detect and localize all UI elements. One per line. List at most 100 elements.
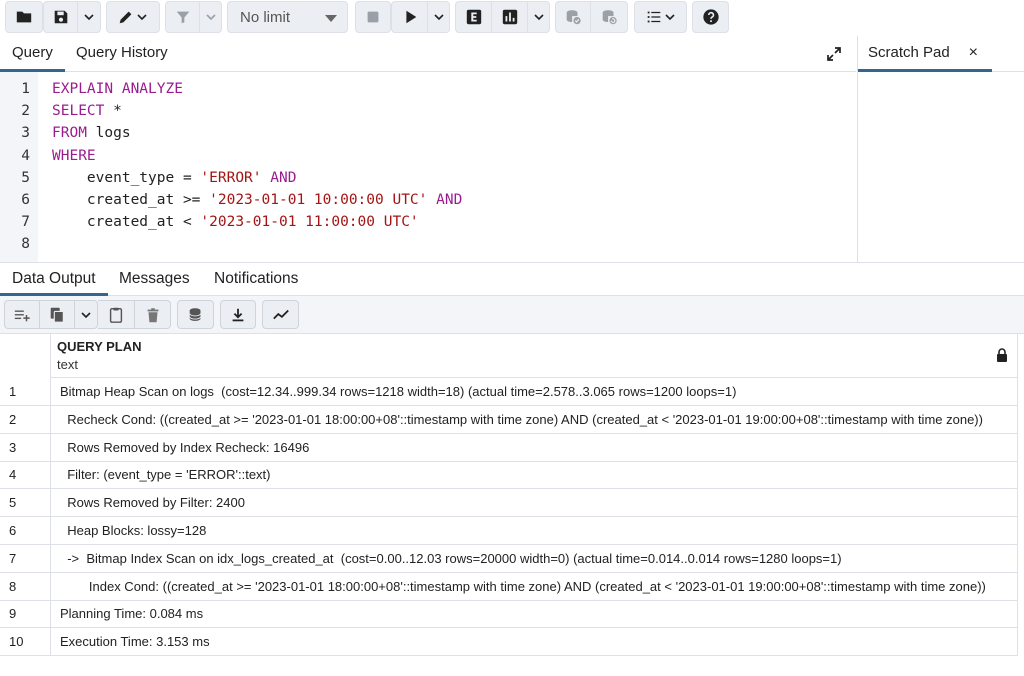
chevron-down-icon (664, 14, 675, 21)
query-plan-cell[interactable]: -> Bitmap Index Scan on idx_logs_created… (60, 545, 1004, 572)
table-row[interactable]: 4 Filter: (event_type = 'ERROR'::text) (0, 461, 1018, 490)
row-number[interactable]: 3 (0, 433, 51, 461)
execute-options-dropdown[interactable] (428, 1, 450, 33)
copy-button[interactable] (40, 300, 75, 329)
table-row[interactable]: 2 Recheck Cond: ((created_at >= '2023-01… (0, 405, 1018, 434)
line-number: 6 (21, 192, 30, 208)
output-toolbar (0, 296, 1024, 334)
query-plan-cell[interactable]: Index Cond: ((created_at >= '2023-01-01 … (60, 573, 1004, 600)
row-number[interactable]: 8 (0, 572, 51, 600)
graph-visualiser-button[interactable] (262, 300, 299, 329)
sql-string: '2023-01-01 11:00:00 UTC' (200, 214, 419, 231)
chevron-down-icon (433, 14, 444, 21)
delete-button[interactable] (135, 300, 171, 329)
row-number[interactable]: 9 (0, 600, 51, 628)
pencil-icon (119, 11, 132, 24)
row-limit-select[interactable]: No limit (227, 1, 348, 33)
tab-query-history[interactable]: Query History (64, 36, 180, 72)
explain-analyze-button[interactable] (492, 1, 528, 33)
folder-icon (16, 11, 32, 23)
copy-options-dropdown[interactable] (75, 300, 98, 329)
sql-editor[interactable]: 1 EXPLAIN ANALYZE 2 SELECT * 3 FROM logs 4 WHER… (0, 72, 856, 262)
rollback-button[interactable] (591, 1, 628, 33)
add-row-button[interactable] (4, 300, 40, 329)
code-line[interactable]: 2 SELECT * (0, 100, 856, 122)
chevron-down-icon (84, 14, 94, 21)
save-options-dropdown[interactable] (78, 1, 101, 33)
tab-messages[interactable]: Messages (107, 263, 202, 296)
code-line[interactable]: 8 (0, 233, 856, 255)
code-text: FROM logs (52, 122, 131, 144)
tab-scratch-pad[interactable]: Scratch Pad × (858, 36, 992, 72)
sql-keyword: SELECT (52, 103, 105, 120)
query-plan-cell[interactable]: Recheck Cond: ((created_at >= '2023-01-0… (60, 406, 1004, 433)
sql-text: created_at >= (52, 192, 210, 208)
table-row[interactable]: 6 Heap Blocks: lossy=128 (0, 517, 1018, 545)
row-number[interactable]: 5 (0, 489, 51, 517)
edit-menu-button[interactable] (106, 1, 160, 33)
download-button[interactable] (220, 300, 256, 329)
code-line[interactable]: 4 WHERE (0, 145, 856, 167)
row-number[interactable]: 7 (0, 544, 51, 572)
query-plan-cell[interactable]: Planning Time: 0.084 ms (60, 600, 1004, 627)
scratch-pad-editor[interactable] (857, 72, 1024, 262)
explain-options-dropdown[interactable] (528, 1, 550, 33)
close-icon[interactable]: × (969, 36, 978, 70)
row-number[interactable]: 4 (0, 461, 51, 489)
table-row[interactable]: 9 Planning Time: 0.084 ms (0, 600, 1018, 629)
column-name[interactable]: QUERY PLAN (57, 339, 142, 354)
row-number[interactable]: 6 (0, 517, 51, 544)
commit-button[interactable] (555, 1, 591, 33)
explain-button[interactable] (455, 1, 492, 33)
database-check-icon (566, 10, 581, 25)
query-plan-cell[interactable]: Bitmap Heap Scan on logs (cost=12.34..99… (60, 378, 1004, 405)
code-line[interactable]: 3 FROM logs (0, 122, 856, 144)
save-data-changes-button[interactable] (177, 300, 214, 329)
code-text: WHERE (52, 145, 96, 167)
table-row[interactable]: 5 Rows Removed by Filter: 2400 (0, 489, 1018, 518)
row-number[interactable]: 1 (0, 378, 51, 405)
query-plan-cell[interactable]: Rows Removed by Filter: 2400 (60, 489, 1004, 516)
paste-button[interactable] (98, 300, 135, 329)
copy-icon (50, 307, 64, 323)
explain-icon (466, 9, 481, 25)
query-plan-cell[interactable]: Rows Removed by Index Recheck: 16496 (60, 434, 1004, 461)
row-number[interactable]: 10 (0, 628, 51, 656)
table-row[interactable]: 1 Bitmap Heap Scan on logs (cost=12.34..9… (0, 378, 1018, 406)
code-line[interactable]: 5 event_type = 'ERROR' AND (0, 167, 856, 189)
macros-menu-button[interactable] (634, 1, 687, 33)
open-file-button[interactable] (5, 1, 43, 33)
help-button[interactable] (692, 1, 729, 33)
tab-data-output[interactable]: Data Output (0, 263, 108, 296)
code-line[interactable]: 1 EXPLAIN ANALYZE (0, 78, 856, 100)
table-row[interactable]: 8 Index Cond: ((created_at >= '2023-01-0… (0, 572, 1018, 601)
filter-options-dropdown[interactable] (200, 1, 222, 33)
query-plan-cell[interactable]: Filter: (event_type = 'ERROR'::text) (60, 461, 1004, 488)
table-row[interactable]: 10 Execution Time: 3.153 ms (0, 628, 1018, 657)
code-line[interactable]: 7 created_at < '2023-01-01 11:00:00 UTC' (0, 211, 856, 233)
code-text: created_at < '2023-01-01 11:00:00 UTC' (52, 211, 419, 233)
stop-query-button[interactable] (355, 1, 391, 33)
stop-icon (367, 11, 379, 23)
code-text: SELECT * (52, 100, 122, 122)
table-row[interactable]: 3 Rows Removed by Index Recheck: 16496 (0, 433, 1018, 462)
code-line[interactable]: 6 created_at >= '2023-01-01 10:00:00 UTC… (0, 189, 856, 211)
row-number[interactable]: 2 (0, 405, 51, 433)
chevron-down-icon (81, 311, 91, 318)
filter-icon (176, 11, 189, 24)
save-button[interactable] (43, 1, 78, 33)
execute-button[interactable] (391, 1, 428, 33)
scratch-pad-tab-bar: Scratch Pad × (857, 36, 1024, 72)
query-plan-cell[interactable]: Heap Blocks: lossy=128 (60, 517, 1004, 544)
filter-button[interactable] (165, 1, 200, 33)
line-number: 4 (21, 147, 30, 164)
table-row[interactable]: 7 -> Bitmap Index Scan on idx_logs_creat… (0, 544, 1018, 573)
row-number-header[interactable] (0, 334, 51, 378)
tab-notifications[interactable]: Notifications (202, 263, 310, 296)
tab-query[interactable]: Query (0, 36, 65, 72)
expand-icon[interactable] (826, 46, 842, 62)
output-tab-bar: Data Output Messages Notifications (0, 262, 1024, 296)
sql-string: '2023-01-01 10:00:00 UTC' (209, 192, 428, 208)
query-plan-cell[interactable]: Execution Time: 3.153 ms (60, 628, 1004, 655)
